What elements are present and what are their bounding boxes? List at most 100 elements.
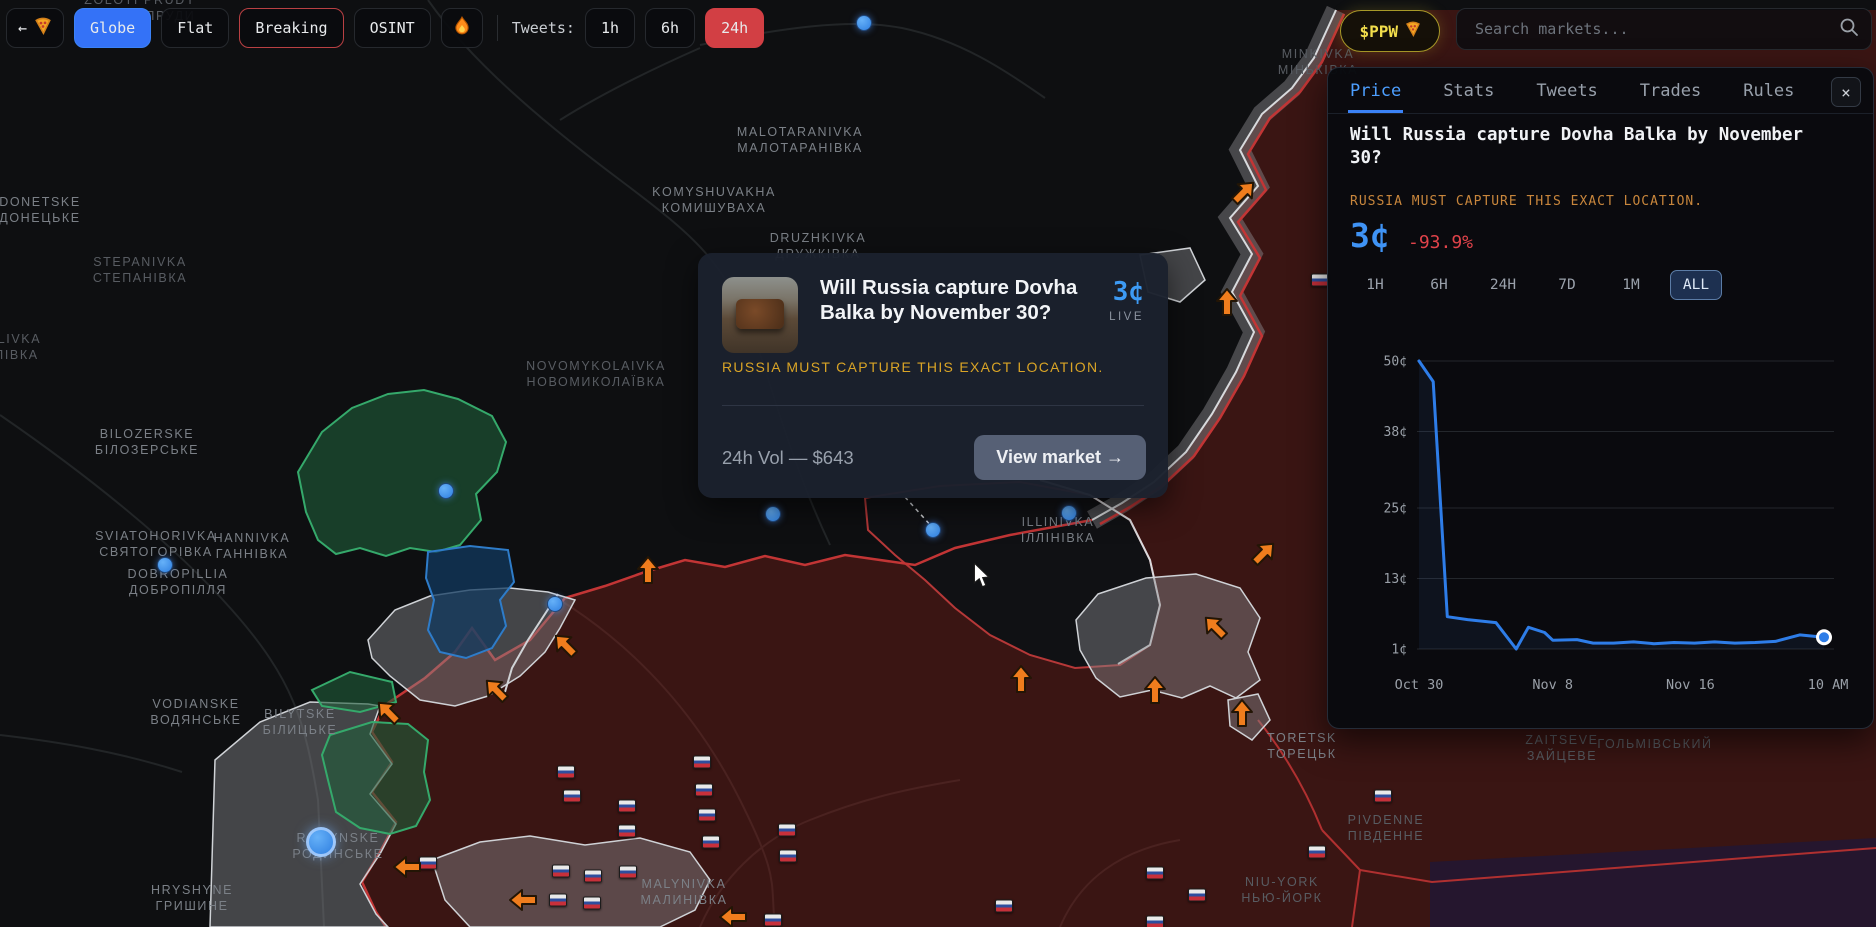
advance-arrow-icon bbox=[1230, 698, 1254, 728]
close-icon[interactable]: × bbox=[1831, 77, 1861, 107]
range-all[interactable]: ALL bbox=[1670, 270, 1722, 300]
range-1m[interactable]: 1M bbox=[1606, 271, 1656, 299]
advance-arrow-icon bbox=[508, 888, 538, 912]
activity-dot[interactable] bbox=[547, 596, 563, 612]
russian-flag-marker bbox=[552, 865, 570, 878]
time-filter-24h[interactable]: 24h bbox=[705, 8, 764, 48]
tab-price[interactable]: Price bbox=[1350, 68, 1401, 113]
view-button-flat[interactable]: Flat bbox=[161, 8, 229, 48]
market-popup-card[interactable]: Will Russia capture Dovha Balka by Novem… bbox=[698, 253, 1168, 498]
range-1h[interactable]: 1H bbox=[1350, 271, 1400, 299]
activity-dot[interactable] bbox=[856, 15, 872, 31]
time-filter-1h[interactable]: 1h bbox=[585, 8, 635, 48]
map-label: PIVDENNEПІВДЕННЕ bbox=[1348, 812, 1425, 845]
activity-dot[interactable] bbox=[306, 827, 336, 857]
russian-flag-marker bbox=[549, 894, 567, 907]
advance-arrow-icon bbox=[1215, 287, 1239, 317]
map-label: STEPANIVKAСТЕПАНІВКА bbox=[93, 254, 187, 287]
tab-trades[interactable]: Trades bbox=[1640, 68, 1701, 113]
market-volume: 24h Vol — $643 bbox=[722, 447, 854, 469]
russian-flag-marker bbox=[583, 897, 601, 910]
view-button-osint[interactable]: OSINT bbox=[354, 8, 431, 48]
market-thumbnail bbox=[722, 277, 798, 353]
tweet-time-filters: 1h6h24h bbox=[585, 8, 764, 48]
panel-tabs: Price Stats Tweets Trades Rules bbox=[1328, 68, 1873, 114]
russian-flag-marker bbox=[695, 784, 713, 797]
activity-dot[interactable] bbox=[157, 557, 173, 573]
russian-flag-marker bbox=[584, 870, 602, 883]
toolbar-divider bbox=[497, 15, 498, 41]
map-label: HRYSHYNEГРИШИНЕ bbox=[151, 882, 233, 915]
map-label: HANNIVKAГАННІВКА bbox=[214, 530, 291, 563]
fire-filter-button[interactable] bbox=[441, 8, 483, 48]
map-label: ZAITSEVEЗАЙЦЕВЕ bbox=[1525, 732, 1598, 765]
range-24h[interactable]: 24H bbox=[1478, 271, 1528, 299]
map-label: MALOTARANIVKAМАЛОТАРАНІВКА bbox=[737, 124, 863, 157]
activity-dot[interactable] bbox=[925, 522, 941, 538]
market-title: Will Russia capture Dovha Balka by Novem… bbox=[820, 275, 1098, 325]
chart-ytick-label: 25¢ bbox=[1384, 501, 1407, 516]
panel-price: 3¢ bbox=[1350, 216, 1390, 255]
russian-flag-marker bbox=[698, 809, 716, 822]
map-label: TORETSKТОРЕЦЬК bbox=[1267, 730, 1337, 763]
map-label: MALYNIVKAМАЛИНІВКА bbox=[640, 876, 727, 909]
tab-rules[interactable]: Rules bbox=[1743, 68, 1794, 113]
map-label: -ILIVKA-ЛІВКА bbox=[0, 331, 41, 364]
panel-market-title: Will Russia capture Dovha Balka by Novem… bbox=[1350, 124, 1820, 170]
chart-ytick-label: 1¢ bbox=[1391, 643, 1407, 658]
search-bar bbox=[1456, 8, 1872, 50]
russian-flag-marker bbox=[618, 825, 636, 838]
advance-arrow-icon bbox=[1009, 664, 1033, 694]
russian-flag-marker bbox=[619, 866, 637, 879]
market-detail-panel: Price Stats Tweets Trades Rules × Will Russi… bbox=[1327, 67, 1874, 729]
russian-flag-marker bbox=[778, 824, 796, 837]
back-button[interactable]: ← bbox=[6, 8, 64, 48]
activity-dot[interactable] bbox=[765, 506, 781, 522]
pizza-slice-icon bbox=[34, 17, 52, 39]
time-filter-6h[interactable]: 6h bbox=[645, 8, 695, 48]
chart-xtick-label: Nov 8 bbox=[1532, 677, 1573, 693]
chart-ytick-label: 38¢ bbox=[1384, 425, 1407, 440]
activity-dot[interactable] bbox=[438, 483, 454, 499]
view-button-globe[interactable]: Globe bbox=[74, 8, 151, 48]
russian-flag-marker bbox=[1146, 867, 1164, 880]
activity-dot[interactable] bbox=[1061, 505, 1077, 521]
range-6h[interactable]: 6H bbox=[1414, 271, 1464, 299]
search-input[interactable] bbox=[1473, 19, 1839, 39]
popup-divider bbox=[722, 405, 1144, 406]
russian-flag-marker bbox=[702, 836, 720, 849]
advance-arrow-icon bbox=[392, 855, 422, 879]
market-rules-summary: RUSSIA MUST CAPTURE THIS EXACT LOCATION. bbox=[722, 359, 1104, 375]
panel-price-change: -93.9% bbox=[1408, 232, 1473, 253]
advance-arrow-icon bbox=[718, 905, 748, 927]
ticker-button[interactable]: $PPW bbox=[1340, 10, 1440, 52]
chart-price-line bbox=[1419, 361, 1824, 649]
russian-flag-marker bbox=[557, 766, 575, 779]
view-market-button[interactable]: View market → bbox=[974, 435, 1146, 480]
map-label: VODIANSKEВОДЯНСЬКЕ bbox=[150, 696, 241, 729]
map-label: ILLINIVKAІЛЛІНІВКА bbox=[1021, 514, 1095, 547]
russian-flag-marker bbox=[693, 756, 711, 769]
fire-icon bbox=[453, 16, 471, 40]
advance-arrow-icon bbox=[636, 555, 660, 585]
market-price: 3¢ bbox=[1113, 277, 1144, 307]
view-button-breaking[interactable]: Breaking bbox=[239, 8, 343, 48]
russian-flag-marker bbox=[1374, 790, 1392, 803]
chart-ytick-label: 13¢ bbox=[1384, 572, 1407, 587]
chart-ytick-label: 50¢ bbox=[1384, 355, 1407, 370]
chart-range-buttons: 1H 6H 24H 7D 1M ALL bbox=[1350, 270, 1722, 300]
chart-xtick-label: Nov 16 bbox=[1666, 677, 1715, 693]
russian-flag-marker bbox=[563, 790, 581, 803]
chart-last-point-marker bbox=[1818, 631, 1831, 644]
tab-stats[interactable]: Stats bbox=[1443, 68, 1494, 113]
range-7d[interactable]: 7D bbox=[1542, 271, 1592, 299]
tab-tweets[interactable]: Tweets bbox=[1536, 68, 1597, 113]
map-label: BILYTSKEБІЛИЦЬКЕ bbox=[263, 706, 338, 739]
live-badge: LIVE bbox=[1109, 311, 1144, 323]
russian-flag-marker bbox=[1308, 846, 1326, 859]
map-label: ГОЛЬМІВСЬКИЙ bbox=[1597, 736, 1712, 752]
chart-xtick-label: 10 AM bbox=[1808, 677, 1849, 693]
russian-flag-marker bbox=[1146, 916, 1164, 927]
russian-flag-marker bbox=[618, 800, 636, 813]
map-label: BILOZERSKEБІЛОЗЕРСЬКЕ bbox=[95, 426, 199, 459]
